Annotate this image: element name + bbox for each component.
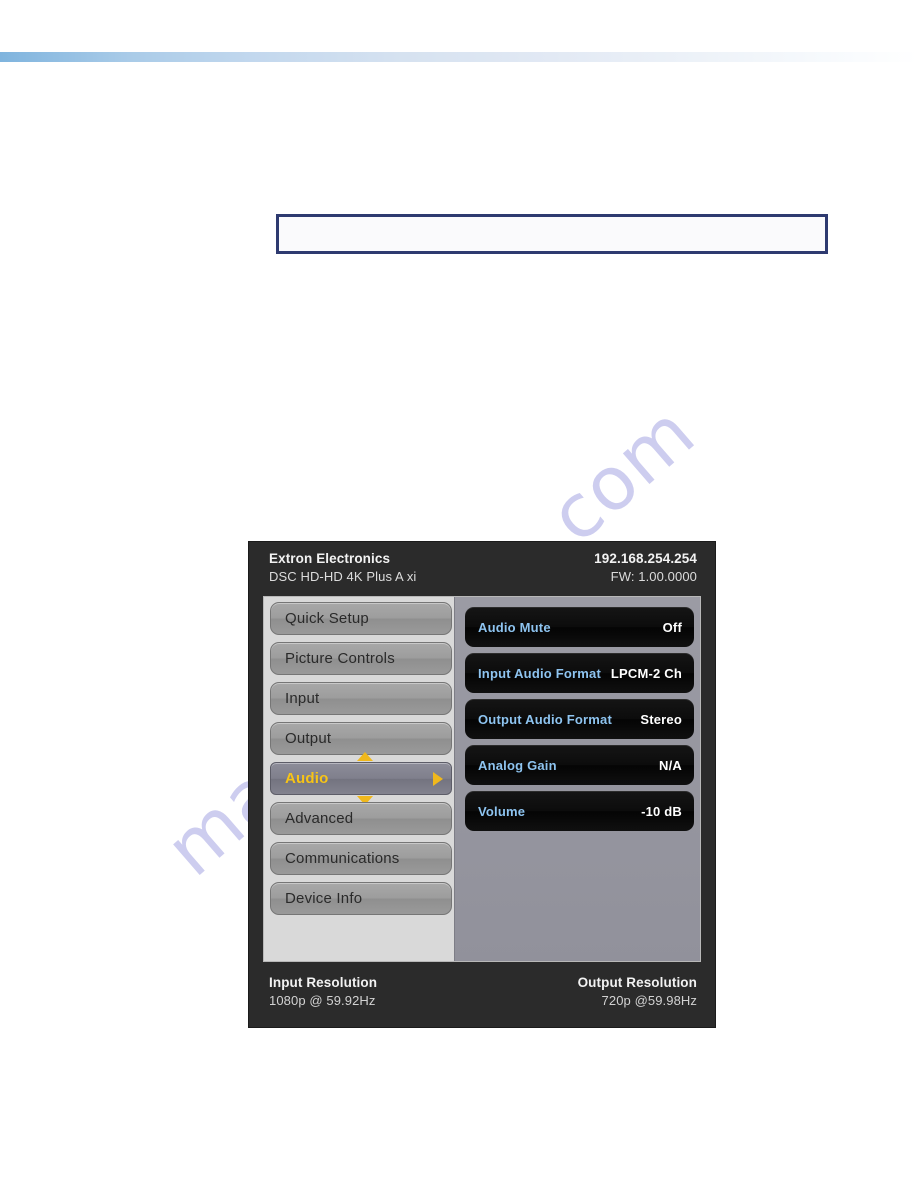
main-menu-list: Quick Setup Picture Controls Input Outpu… xyxy=(264,597,458,922)
device-osd-panel: Extron Electronics DSC HD-HD 4K Plus A x… xyxy=(249,542,715,1027)
submenu-item-value: Stereo xyxy=(640,711,682,727)
submenu-item-input-audio-format[interactable]: Input Audio Format LPCM-2 Ch xyxy=(465,653,694,693)
menu-item-label: Picture Controls xyxy=(285,650,395,667)
submenu-item-label: Input Audio Format xyxy=(478,665,601,681)
submenu-item-analog-gain[interactable]: Analog Gain N/A xyxy=(465,745,694,785)
osd-header-network-info: 192.168.254.254 FW: 1.00.0000 xyxy=(594,550,697,586)
submenu-item-output-audio-format[interactable]: Output Audio Format Stereo xyxy=(465,699,694,739)
nav-up-arrow-icon[interactable] xyxy=(357,752,373,761)
submenu-item-label: Analog Gain xyxy=(478,757,557,773)
input-resolution-title: Input Resolution xyxy=(269,975,378,990)
menu-item-picture-controls[interactable]: Picture Controls xyxy=(270,642,452,675)
model-name: DSC HD-HD 4K Plus A xi xyxy=(269,569,417,584)
ip-address: 192.168.254.254 xyxy=(594,551,697,566)
osd-header: Extron Electronics DSC HD-HD 4K Plus A x… xyxy=(249,542,715,596)
callout-box-text xyxy=(279,217,825,237)
brand-name: Extron Electronics xyxy=(269,551,391,566)
menu-item-label: Audio xyxy=(285,770,329,787)
osd-body: Quick Setup Picture Controls Input Outpu… xyxy=(263,596,701,962)
menu-item-advanced[interactable]: Advanced xyxy=(270,802,452,835)
submenu-item-volume[interactable]: Volume -10 dB xyxy=(465,791,694,831)
submenu-item-audio-mute[interactable]: Audio Mute Off xyxy=(465,607,694,647)
submenu-item-value: -10 dB xyxy=(641,803,682,819)
menu-item-quick-setup[interactable]: Quick Setup xyxy=(270,602,452,635)
submenu-item-label: Volume xyxy=(478,803,526,819)
menu-item-audio[interactable]: Audio xyxy=(270,752,452,805)
callout-box xyxy=(276,214,828,254)
menu-item-communications[interactable]: Communications xyxy=(270,842,452,875)
menu-item-label: Communications xyxy=(285,850,400,867)
chevron-right-icon[interactable] xyxy=(433,771,443,786)
osd-status-bar: Input Resolution 1080p @ 59.92Hz Output … xyxy=(249,964,715,1027)
menu-item-input[interactable]: Input xyxy=(270,682,452,715)
input-resolution-status: Input Resolution 1080p @ 59.92Hz xyxy=(269,974,377,1010)
menu-item-label: Advanced xyxy=(285,810,354,827)
menu-item-label: Device Info xyxy=(285,890,363,907)
submenu-item-value: N/A xyxy=(659,757,682,773)
firmware-version: FW: 1.00.0000 xyxy=(610,569,697,584)
submenu-item-label: Output Audio Format xyxy=(478,711,613,727)
menu-item-label: Output xyxy=(285,730,332,747)
submenu-item-label: Audio Mute xyxy=(478,619,551,635)
submenu-item-value: LPCM-2 Ch xyxy=(610,665,682,681)
menu-item-label: Input xyxy=(285,690,320,707)
decorative-top-rule xyxy=(0,52,918,62)
output-resolution-status: Output Resolution 720p @59.98Hz xyxy=(578,974,697,1010)
audio-submenu-panel: Audio Mute Off Input Audio Format LPCM-2… xyxy=(454,597,700,961)
input-resolution-value: 1080p @ 59.92Hz xyxy=(269,993,376,1008)
output-resolution-value: 720p @59.98Hz xyxy=(601,993,697,1008)
osd-header-device-info: Extron Electronics DSC HD-HD 4K Plus A x… xyxy=(269,550,416,586)
output-resolution-title: Output Resolution xyxy=(577,975,697,990)
menu-item-output[interactable]: Output xyxy=(270,722,452,755)
menu-item-device-info[interactable]: Device Info xyxy=(270,882,452,915)
submenu-item-value: Off xyxy=(662,619,682,635)
menu-item-label: Quick Setup xyxy=(285,610,369,627)
